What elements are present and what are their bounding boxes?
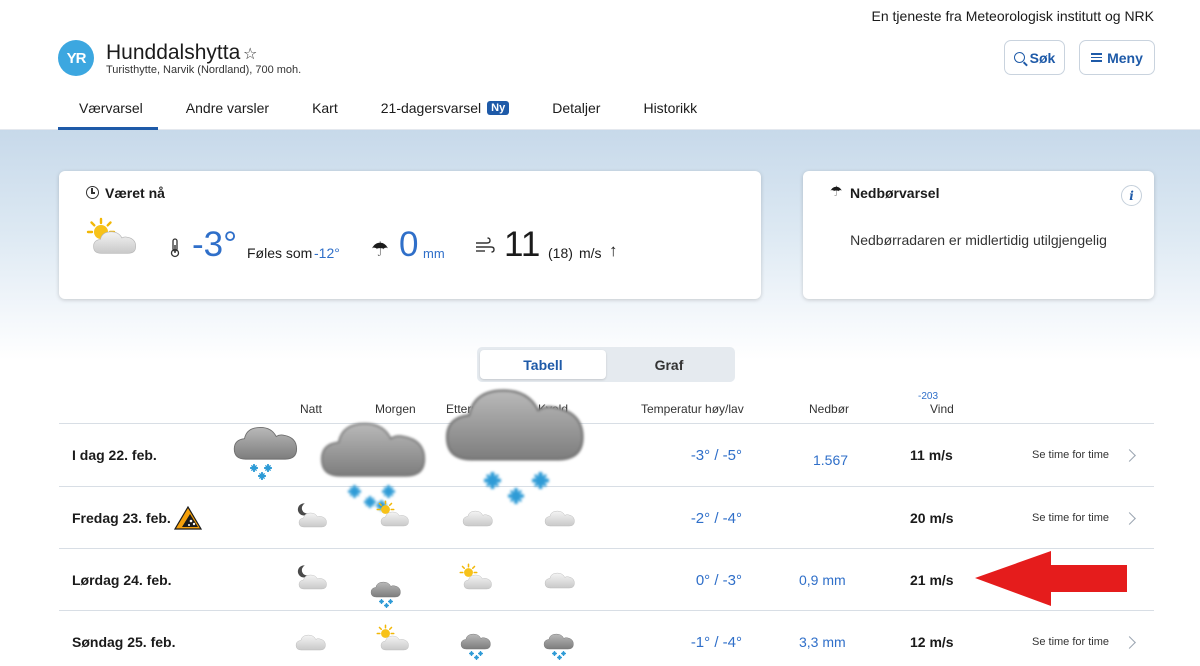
wind-icon [476,237,495,253]
service-credit: En tjeneste fra Meteorologisk institutt … [871,8,1154,24]
row-date: Fredag 23. feb. [72,510,171,526]
tab-vaervarsel[interactable]: Værvarsel [58,90,158,130]
menu-button-label: Meny [1107,49,1143,66]
partly-cloudy-sun-icon [459,563,492,590]
row-precipitation: 1.567 [813,452,849,468]
tab-label: Værvarsel [79,100,143,116]
partly-cloudy-night-icon [297,503,327,528]
wind-unit: m/s [579,245,602,261]
cloud-icon [462,510,493,527]
column-wind: Vind [930,402,954,416]
tab-detaljer[interactable]: Detaljer [552,90,600,130]
row-wind: 21 m/s [910,572,954,588]
column-wind-extra: -203 [918,391,939,402]
row-temperature: 0° / -3° [695,572,742,589]
hour-by-hour-link[interactable]: Se time for time [1032,449,1109,461]
yr-logo[interactable]: YR [58,40,94,76]
tab-andre-varsler[interactable]: Andre varsler [186,90,269,130]
thermometer-icon [170,238,180,258]
cloud-icon [544,510,575,527]
precipitation-forecast-card: ☂ Nedbørvarsel i Nedbørradaren er midler… [803,171,1154,299]
row-wind: 12 m/s [910,634,954,650]
snow-cloud-icon [320,422,426,511]
tab-kart[interactable]: Kart [312,90,338,130]
row-date: Lørdag 24. feb. [72,572,172,588]
partly-cloudy-night-icon [297,565,327,590]
info-icon[interactable]: i [1121,185,1142,206]
row-wind: 11 m/s [910,447,953,463]
chevron-right-icon[interactable] [1123,636,1136,649]
row-temperature: -2° / -4° [690,510,742,527]
tab-21-dagersvarsel[interactable]: 21-dagersvarsel Ny [380,90,510,130]
cloud-icon [544,572,575,589]
column-precipitation: Nedbør [809,402,850,416]
search-button[interactable]: Søk [1004,40,1065,75]
partly-cloudy-sun-icon [376,500,409,527]
light-snow-cloud-icon [460,633,491,660]
current-weather-title: Været nå [105,185,165,201]
snow-cloud-icon [233,426,298,480]
snow-cloud-icon [445,389,584,504]
tab-label: Kart [312,100,338,116]
menu-button[interactable]: Meny [1079,40,1155,75]
radar-unavailable-message: Nedbørradaren er midlertidig utilgjengel… [850,232,1107,248]
current-temperature: -3° [192,225,238,264]
light-snow-cloud-icon [543,633,574,660]
search-button-label: Søk [1029,49,1056,66]
hour-by-hour-link[interactable]: Se time for time [1032,512,1109,524]
row-precipitation: 0,9 mm [799,572,846,588]
umbrella-icon: ☂ [371,239,389,261]
tab-label: Detaljer [552,100,601,116]
favorite-star-icon[interactable]: ☆ [243,44,257,64]
search-icon [1013,52,1025,63]
tab-label: Historikk [643,100,698,116]
current-wind-speed: 11 [504,225,541,264]
location-subtitle: Turisthytte, Narvik (Nordland), 700 moh. [106,64,302,76]
cloud-icon [295,634,326,651]
partly-cloudy-sun-icon [86,217,137,254]
main-tabs: Værvarsel Andre varsler Kart 21-dagersva… [58,90,740,130]
row-temperature: -3° / -5° [690,447,742,464]
new-badge: Ny [487,101,510,115]
umbrella-icon: ☂ [830,183,843,199]
partly-cloudy-sun-icon [376,624,409,651]
location-name: Hunddalshytta [106,41,241,64]
wind-direction-arrow-icon: ↑ [609,241,618,260]
precipitation-card-title: Nedbørvarsel [850,185,940,201]
forecast-row-today[interactable]: I dag 22. feb. -3° / -5° 1.567 11 m/s Se… [59,423,1154,485]
tab-historikk[interactable]: Historikk [643,90,697,130]
precipitation-unit: mm [423,246,445,261]
current-precipitation: 0 [399,225,419,264]
menu-icon [1091,53,1103,62]
site-header: En tjeneste fra Meteorologisk institutt … [0,0,1200,130]
row-temperature: -1° / -4° [690,634,742,651]
avalanche-warning-icon[interactable] [174,506,202,530]
row-date: I dag 22. feb. [72,447,157,463]
tab-label: 21-dagersvarsel [380,100,482,116]
column-temperature: Temperatur høy/lav [641,402,744,416]
forecast-row-sunday[interactable]: Søndag 25. feb. -1° / -4° 3,3 mm 12 m/s … [59,610,1154,666]
red-annotation-arrow-icon [975,551,1127,606]
light-snow-cloud-icon [370,581,401,608]
row-date: Søndag 25. feb. [72,634,176,650]
forecast-row-friday[interactable]: Fredag 23. feb. -2° / -4° 20 m/s Se time… [59,486,1154,548]
current-weather-card: Været nå -3° Føles som -12° ☂ 0 mm 11 (1… [59,171,761,299]
chevron-right-icon[interactable] [1123,512,1136,525]
graph-view-button[interactable]: Graf [606,350,732,379]
chevron-right-icon[interactable] [1123,449,1136,462]
row-wind: 20 m/s [910,510,954,526]
current-wind-gust: (18) [548,245,573,261]
feels-like-label: Føles som [247,245,313,261]
feels-like-value: -12° [314,245,340,261]
row-precipitation: 3,3 mm [799,634,846,650]
hour-by-hour-link[interactable]: Se time for time [1032,636,1109,648]
clock-icon [86,186,99,199]
tab-label: Andre varsler [185,100,270,116]
